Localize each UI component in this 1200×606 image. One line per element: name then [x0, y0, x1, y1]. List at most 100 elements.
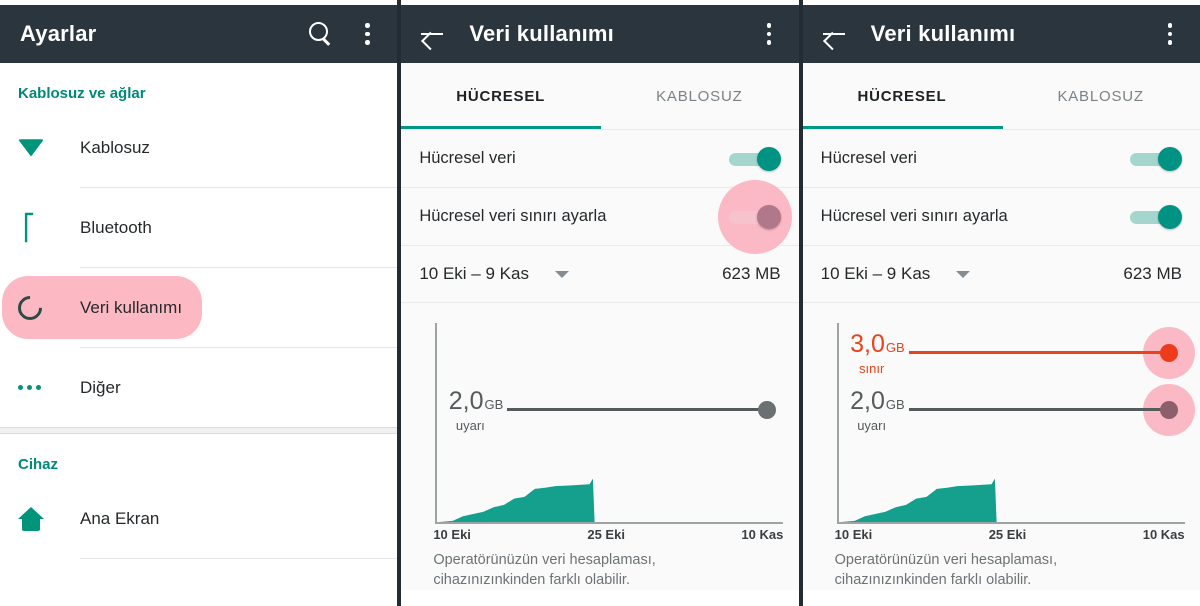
panel-data-usage-step2: Veri kullanımı HÜCRESEL KABLOSUZ Hücrese… — [802, 0, 1200, 606]
x-tick-label: 25 Eki — [988, 527, 1027, 542]
chart-x-ticks: 10 Eki 25 Eki 10 Kas — [835, 527, 1185, 542]
row-veri-siniri-ayarla[interactable]: Hücresel veri sınırı ayarla — [802, 188, 1200, 245]
threshold-label-warning: 2,0GB uyarı — [437, 386, 504, 433]
row-veri-siniri-ayarla[interactable]: Hücresel veri sınırı ayarla — [401, 179, 799, 254]
data-usage-toolbar: Veri kullanımı — [802, 5, 1200, 63]
billing-cycle-row[interactable]: 10 Eki – 9 Kas 623 MB — [401, 246, 799, 302]
toggle-thumb — [756, 146, 781, 171]
threshold-handle[interactable] — [1159, 400, 1178, 419]
back-arrow-icon[interactable] — [817, 17, 851, 51]
sidebar-item-label: Diğer — [80, 377, 121, 397]
overflow-menu-icon[interactable] — [1160, 20, 1182, 48]
search-icon[interactable] — [305, 19, 335, 49]
row-hucresel-veri[interactable]: Hücresel veri — [802, 130, 1200, 187]
data-usage-toolbar: Veri kullanımı — [401, 5, 799, 63]
sidebar-item-label: Ana Ekran — [80, 508, 160, 528]
bluetooth-icon: ⎡ — [22, 213, 36, 242]
sidebar-item-ana-ekran[interactable]: Ana Ekran — [0, 479, 397, 558]
row-label: Hücresel veri sınırı ayarla — [820, 207, 1008, 225]
tab-active-indicator — [401, 126, 602, 129]
toggle-hucresel-veri[interactable] — [1129, 145, 1182, 173]
threshold-value: 3,0 — [850, 329, 885, 358]
sidebar-item-kablosuz[interactable]: Kablosuz — [0, 108, 397, 187]
threshold-unit: GB — [885, 339, 905, 355]
sidebar-item-diger[interactable]: Diğer — [0, 348, 397, 427]
billing-cycle-total: 623 MB — [722, 264, 781, 283]
tab-active-indicator — [802, 126, 1003, 129]
tab-hucresel[interactable]: HÜCRESEL — [803, 63, 1002, 129]
sidebar-item-label: Kablosuz — [80, 137, 150, 157]
threshold-label-limit: 3,0GB sınır — [839, 329, 905, 376]
sidebar-item-label: Veri kullanımı — [80, 297, 183, 317]
x-tick-label: 10 Eki — [834, 527, 873, 542]
row-label: Hücresel veri — [419, 149, 516, 167]
billing-cycle-range: 10 Eki – 9 Kas — [419, 264, 529, 283]
row-label: Hücresel veri sınırı ayarla — [419, 207, 607, 225]
threshold-limit[interactable] — [908, 326, 1195, 379]
home-icon — [18, 506, 60, 531]
threshold-value: 2,0 — [850, 386, 885, 415]
threshold-sublabel: uyarı — [857, 417, 887, 433]
usage-chart[interactable]: 2,0GB uyarı 10 Eki 25 Eki 10 Kas — [417, 319, 784, 542]
usage-chart[interactable]: 3,0GB sınır 2,0GB uyarı 10 Eki 25 Eki 10 Kas — [819, 319, 1195, 542]
tab-kablosuz[interactable]: KABLOSUZ — [600, 63, 799, 129]
tab-kablosuz[interactable]: KABLOSUZ — [1001, 63, 1200, 129]
tab-hucresel[interactable]: HÜCRESEL — [401, 63, 600, 129]
x-tick-label: 10 Eki — [433, 527, 471, 542]
row-hucresel-veri[interactable]: Hücresel veri — [401, 130, 799, 187]
threshold-value: 2,0 — [448, 386, 484, 415]
billing-cycle-range: 10 Eki – 9 Kas — [820, 264, 931, 283]
tab-bar: HÜCRESEL KABLOSUZ — [802, 63, 1200, 129]
toggle-hucresel-veri[interactable] — [728, 145, 781, 173]
page-title: Veri kullanımı — [469, 21, 614, 46]
toggle-veri-siniri-ayarla[interactable] — [1129, 203, 1182, 231]
usage-chart-container: 2,0GB uyarı 10 Eki 25 Eki 10 Kas Operatörün… — [401, 303, 799, 591]
toggle-veri-siniri-ayarla[interactable] — [717, 179, 792, 254]
x-tick-label: 10 Kas — [1142, 527, 1185, 542]
billing-cycle-total: 623 MB — [1123, 264, 1182, 283]
threshold-unit: GB — [484, 396, 504, 412]
row-label: Hücresel veri — [820, 149, 917, 167]
sidebar-item-bluetooth[interactable]: ⎡ Bluetooth — [0, 188, 397, 267]
data-usage-icon — [13, 290, 60, 325]
more-dots-icon — [18, 385, 60, 390]
chevron-down-icon[interactable] — [554, 270, 569, 278]
usage-chart-container: 3,0GB sınır 2,0GB uyarı 10 Eki 25 Eki 10 Kas … — [802, 303, 1200, 591]
page-title: Ayarlar — [20, 21, 97, 46]
overflow-menu-icon[interactable] — [759, 20, 781, 48]
threshold-sublabel: sınır — [859, 360, 885, 376]
page-title: Veri kullanımı — [870, 21, 1016, 46]
chevron-down-icon[interactable] — [956, 270, 971, 278]
chart-footnote: Operatörünüzün veri hesaplaması, cihazın… — [818, 537, 1184, 591]
threshold-unit: GB — [885, 396, 905, 412]
back-arrow-icon[interactable] — [415, 17, 449, 51]
section-header-wireless: Kablosuz ve ağlar — [18, 85, 146, 102]
threshold-warning[interactable] — [908, 383, 1195, 436]
tab-bar: HÜCRESEL KABLOSUZ — [401, 63, 799, 129]
overflow-menu-icon[interactable] — [357, 20, 379, 48]
threshold-line — [507, 407, 768, 411]
section-header-cihaz: Cihaz — [18, 456, 59, 473]
panel-data-usage-step1: Veri kullanımı HÜCRESEL KABLOSUZ Hücrese… — [401, 0, 799, 606]
settings-list: Kablosuz ve ağlar Kablosuz ⎡ Bluetooth V… — [0, 63, 398, 559]
toggle-thumb — [756, 204, 781, 229]
x-tick-label: 25 Eki — [587, 527, 625, 542]
threshold-line — [908, 407, 1169, 411]
panel-settings: Ayarlar Kablosuz ve ağlar Kablosuz ⎡ Blu… — [0, 0, 398, 606]
settings-toolbar: Ayarlar — [0, 5, 398, 63]
threshold-label-warning: 2,0GB uyarı — [839, 386, 905, 433]
threshold-handle[interactable] — [1159, 343, 1178, 362]
chart-footnote: Operatörünüzün veri hesaplaması, cihazın… — [417, 537, 783, 591]
toggle-thumb — [1157, 204, 1182, 229]
group-divider — [0, 427, 398, 434]
billing-cycle-row[interactable]: 10 Eki – 9 Kas 623 MB — [802, 246, 1200, 302]
threshold-line — [908, 350, 1169, 354]
chart-x-ticks: 10 Eki 25 Eki 10 Kas — [433, 527, 783, 542]
threshold-sublabel: uyarı — [455, 417, 485, 433]
screenshot-root: Ayarlar Kablosuz ve ağlar Kablosuz ⎡ Blu… — [0, 0, 1200, 606]
wifi-icon — [18, 139, 60, 157]
sidebar-item-label: Bluetooth — [80, 217, 152, 237]
sidebar-item-veri-kullanimi[interactable]: Veri kullanımı — [0, 268, 397, 347]
toggle-thumb — [1157, 146, 1182, 171]
threshold-warning[interactable] — [507, 400, 777, 419]
